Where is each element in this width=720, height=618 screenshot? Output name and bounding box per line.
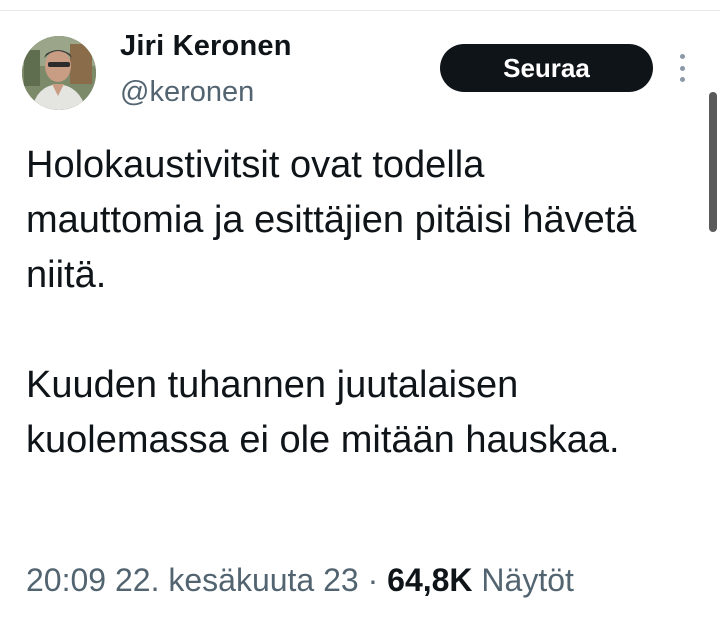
tweet-meta: 20:09 22. kesäkuuta 23 · 64,8K Näytöt <box>26 562 574 599</box>
display-name[interactable]: Jiri Keronen <box>120 30 292 63</box>
timestamp[interactable]: 20:09 22. kesäkuuta 23 <box>26 562 359 598</box>
scrollbar[interactable] <box>709 92 717 232</box>
views-label: Näytöt <box>481 562 574 598</box>
tweet-view: Jiri Keronen @keronen Seuraa Holokaustiv… <box>0 0 720 618</box>
views-count: 64,8K <box>387 562 473 598</box>
more-dot <box>679 77 685 82</box>
more-vertical-icon[interactable] <box>676 54 688 82</box>
avatar-image <box>22 36 96 110</box>
top-divider <box>0 10 720 11</box>
tweet-paragraph: Kuuden tuhannen juutalaisen kuolemassa e… <box>26 364 620 461</box>
user-handle[interactable]: @keronen <box>120 76 254 109</box>
more-dot <box>679 54 685 59</box>
tweet-text: Holokaustivitsit ovat todella mauttomia … <box>26 138 666 468</box>
tweet-paragraph: Holokaustivitsit ovat todella mauttomia … <box>26 144 637 296</box>
meta-separator: · <box>367 562 379 598</box>
more-dot <box>679 65 685 71</box>
follow-button[interactable]: Seuraa <box>440 44 653 92</box>
avatar[interactable] <box>22 36 96 110</box>
